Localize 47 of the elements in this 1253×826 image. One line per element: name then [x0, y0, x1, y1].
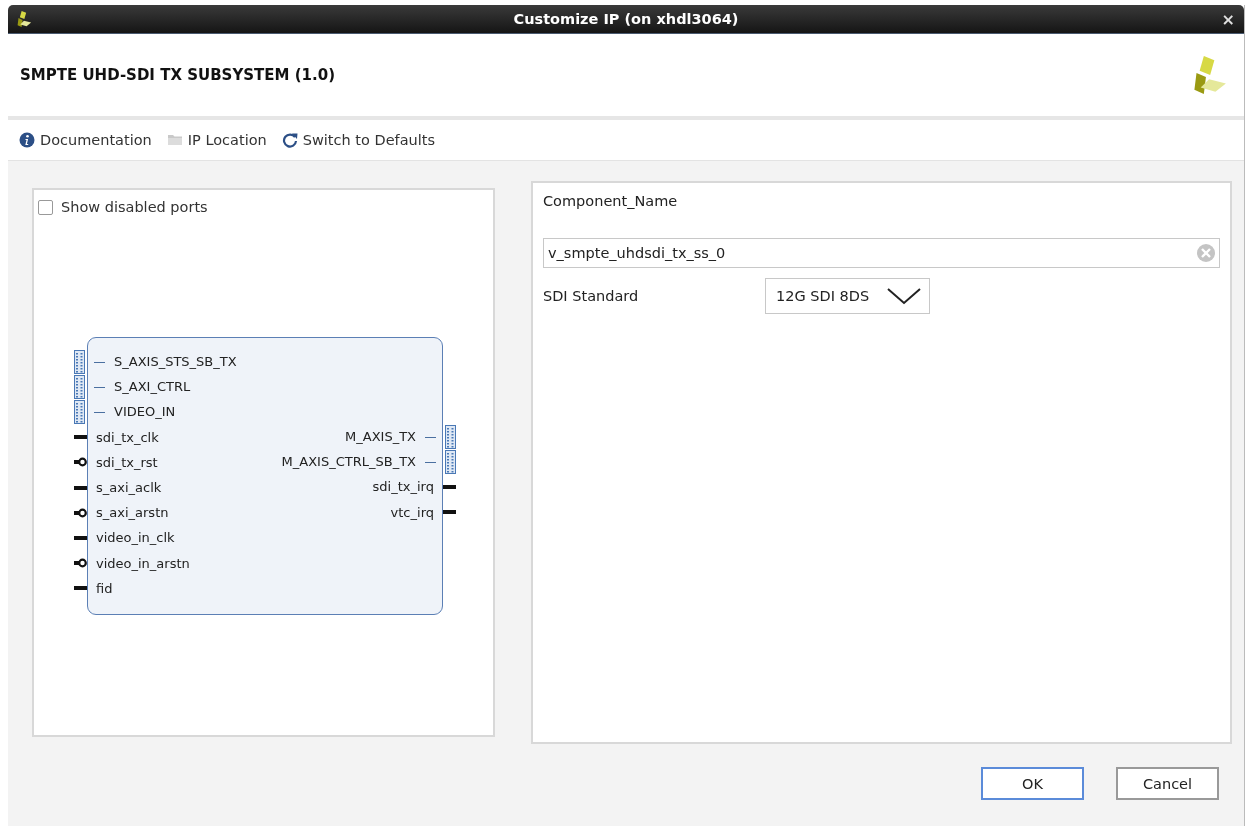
- inverted-pin-icon: [74, 507, 87, 518]
- info-icon: [19, 132, 35, 148]
- sdi-standard-dropdown[interactable]: 12G SDI 8DS: [765, 278, 930, 314]
- window-title: Customize IP (on xhdl3064): [513, 11, 739, 27]
- pin-icon: [443, 484, 456, 489]
- port-label: S_AXIS_STS_SB_TX: [114, 354, 237, 370]
- checkbox[interactable]: [38, 199, 53, 215]
- dialog-button[interactable]: Cancel: [1116, 767, 1219, 800]
- ip-title: SMPTE UHD-SDI TX SUBSYSTEM (1.0): [20, 66, 335, 84]
- inverted-pin-icon: [74, 457, 87, 468]
- clear-icon[interactable]: [1196, 243, 1216, 263]
- port-label: S_AXI_CTRL: [114, 379, 191, 395]
- port-label: fid: [96, 580, 113, 596]
- toolbar-link[interactable]: IP Location: [166, 132, 267, 148]
- bus-connector-icon: [445, 424, 456, 449]
- toolbar-link[interactable]: Documentation: [19, 132, 152, 148]
- bus-connector-icon: [445, 449, 456, 474]
- field-label: Component_Name: [543, 193, 679, 209]
- pin-icon: [74, 586, 87, 591]
- dialog-button[interactable]: OK: [981, 767, 1084, 800]
- port-label: video_in_arstn: [96, 555, 190, 571]
- port-label: sdi_tx_irq: [372, 479, 434, 495]
- close-button[interactable]: ×: [1221, 9, 1235, 29]
- inverted-pin-icon: [74, 558, 87, 569]
- pin-icon: [443, 510, 456, 515]
- bus-connector-icon: [74, 349, 85, 374]
- refresh-icon: [281, 132, 298, 148]
- field-label: SDI Standard: [543, 288, 640, 304]
- pin-icon: [74, 485, 87, 490]
- pin-icon: [74, 435, 87, 440]
- chevron-down-icon: [887, 287, 921, 305]
- toolbar-link[interactable]: Switch to Defaults: [281, 132, 435, 148]
- port-label: s_axi_aclk: [96, 480, 162, 496]
- bus-connector-icon: [74, 399, 85, 424]
- checkbox-label: Show disabled ports: [61, 199, 208, 215]
- folder-icon: [166, 132, 183, 148]
- port-label: vtc_irq: [390, 504, 434, 520]
- port-label: M_AXIS_TX: [345, 429, 416, 445]
- port-label: VIDEO_IN: [114, 404, 176, 420]
- port-label: s_axi_arstn: [96, 505, 169, 521]
- port-label: M_AXIS_CTRL_SB_TX: [281, 454, 416, 470]
- component-name-field[interactable]: v_smpte_uhdsdi_tx_ss_0: [543, 238, 1220, 268]
- pin-icon: [74, 535, 87, 540]
- port-label: video_in_clk: [96, 530, 175, 546]
- bus-connector-icon: [74, 374, 85, 399]
- port-label: sdi_tx_rst: [96, 454, 158, 470]
- port-label: sdi_tx_clk: [96, 429, 159, 445]
